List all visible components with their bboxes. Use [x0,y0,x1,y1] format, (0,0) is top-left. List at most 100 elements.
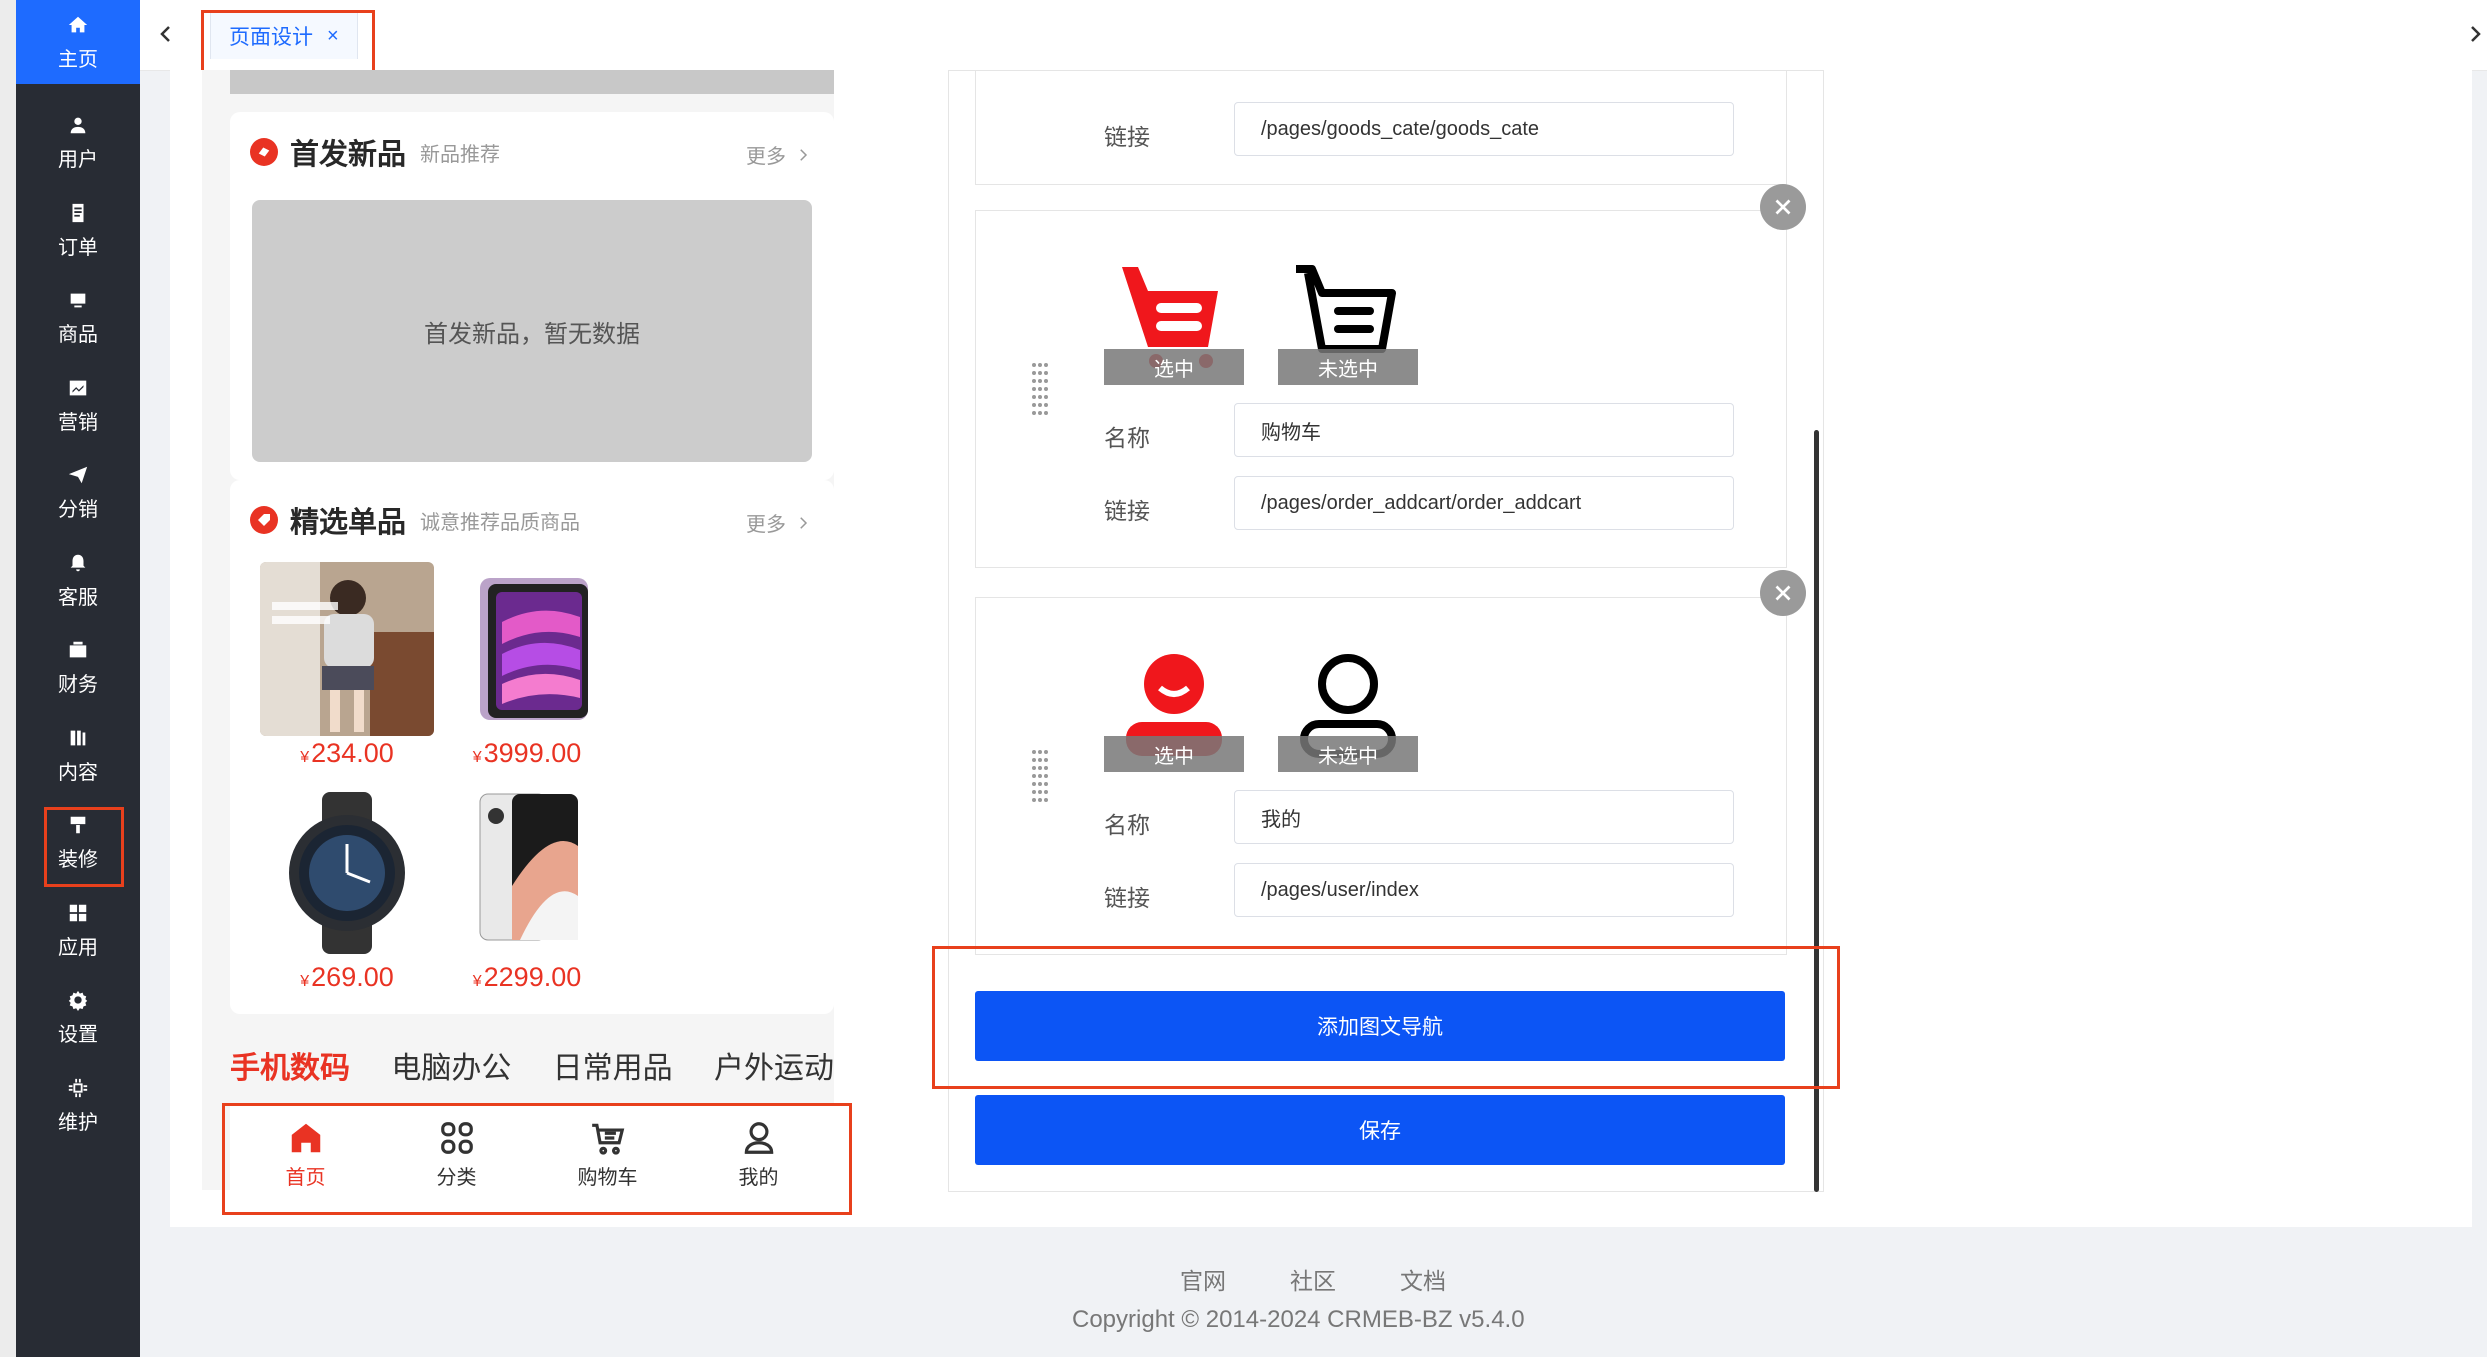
product-image [440,562,614,736]
sidebar-item-content[interactable]: 内容 [16,713,140,797]
link-label: 链接 [1104,124,1150,150]
drag-handle-icon[interactable] [1026,748,1054,806]
nav-item-card-partial: 链接 /pages/goods_cate/goods_cate [975,71,1787,185]
sidebar: 主页 用户 订单 商品 营销 分销 客服 财务 内容 装修 应用 设置 维护 [16,0,140,1357]
service-icon [66,551,90,575]
sidebar-item-label: 订单 [58,236,98,259]
copyright-text: Copyright © 2014-2024 CRMEB-BZ v5.4.0 [1072,1306,1525,1333]
selected-products-card[interactable]: 精选单品 诚意推荐品质商品 更多 ¥234.00 ¥3999.00 ¥269.0… [230,480,834,1014]
more-link[interactable]: 更多 [746,140,812,169]
card-subtitle: 新品推荐 [420,143,501,166]
category-tab[interactable]: 户外运动 [714,1043,834,1087]
category-tab[interactable]: 日常用品 [553,1043,673,1087]
settings-icon [66,988,90,1012]
price-value: 269.00 [311,962,394,992]
order-icon [66,201,90,225]
chevron-left-icon[interactable] [154,22,178,46]
sidebar-item-distribution[interactable]: 分销 [16,450,140,534]
goods-icon [66,288,90,312]
sidebar-item-order[interactable]: 订单 [16,188,140,272]
chevron-right-icon [800,516,808,529]
phone-preview: 首发新品 新品推荐 更多 首发新品，暂无数据 精选单品 诚意推荐品质商品 更多 [202,70,834,1190]
more-link[interactable]: 更多 [746,508,812,537]
highlight-box-add-button [932,946,1840,1089]
sidebar-item-apps[interactable]: 应用 [16,888,140,972]
card-subtitle: 诚意推荐品质商品 [420,511,581,534]
save-button[interactable]: 保存 [975,1095,1785,1165]
name-input[interactable]: 我的 [1234,790,1734,844]
new-products-card[interactable]: 首发新品 新品推荐 更多 首发新品，暂无数据 [230,112,834,480]
chevron-right-icon[interactable] [2463,22,2487,46]
category-tab[interactable]: 手机数码 [230,1043,350,1087]
card-header: 首发新品 新品推荐 [250,132,500,172]
product-image [440,786,614,960]
sidebar-item-label: 用户 [58,148,98,171]
close-icon [1775,585,1791,601]
sidebar-item-label: 主页 [58,48,98,71]
preview-placeholder-strip [230,70,834,94]
card-title: 首发新品 [290,139,407,171]
link-label: 链接 [1104,498,1150,524]
sidebar-item-label: 营销 [58,411,98,434]
sidebar-item-home[interactable]: 主页 [16,0,140,84]
distribution-icon [66,463,90,487]
currency-symbol: ¥ [300,749,310,766]
category-tab[interactable]: 电脑办公 [391,1043,511,1087]
product-image [260,562,434,736]
delete-nav-item-button[interactable] [1760,570,1806,616]
link-input[interactable]: /pages/order_addcart/order_addcart [1234,476,1734,530]
footer-links: 官网 社区 文档 [1180,1262,1446,1296]
sidebar-item-user[interactable]: 用户 [16,100,140,184]
card-header: 精选单品 诚意推荐品质商品 [250,500,580,540]
unselected-icon-upload[interactable]: 未选中 [1278,648,1418,772]
sidebar-item-service[interactable]: 客服 [16,538,140,622]
drag-handle-icon[interactable] [1026,361,1054,419]
highlight-box-tabbar [222,1103,852,1215]
more-label: 更多 [746,146,786,168]
footer-link[interactable]: 文档 [1400,1262,1446,1296]
link-input[interactable]: /pages/user/index [1234,863,1734,917]
sidebar-item-settings[interactable]: 设置 [16,975,140,1059]
nav-item-card[interactable]: 选中 未选中 名称 购物车 链接 /pages/order_addcart/or… [975,210,1787,568]
currency-symbol: ¥ [472,749,482,766]
user-icon [66,113,90,137]
card-title: 精选单品 [290,507,407,539]
sidebar-item-maintenance[interactable]: 维护 [16,1063,140,1147]
close-icon [1775,199,1791,215]
price-value: 234.00 [311,738,394,768]
highlight-box-decoration [44,807,124,887]
link-input[interactable]: /pages/goods_cate/goods_cate [1234,102,1734,156]
product-item[interactable]: ¥234.00 [260,562,434,769]
sidebar-item-goods[interactable]: 商品 [16,275,140,359]
delete-nav-item-button[interactable] [1760,184,1806,230]
tag-icon [250,506,278,534]
link-label: 链接 [1104,885,1150,911]
sidebar-item-marketing[interactable]: 营销 [16,363,140,447]
price-value: 3999.00 [483,738,582,768]
name-label: 名称 [1104,425,1150,451]
more-label: 更多 [746,514,786,536]
selected-icon-upload[interactable]: 选中 [1104,648,1244,772]
sidebar-item-label: 设置 [58,1023,98,1046]
sidebar-item-label: 应用 [58,936,98,959]
footer-link[interactable]: 官网 [1180,1262,1226,1296]
name-input[interactable]: 购物车 [1234,403,1734,457]
finance-icon [66,638,90,662]
product-item[interactable]: ¥2299.00 [440,786,614,993]
product-item[interactable]: ¥3999.00 [440,562,614,769]
marketing-icon [66,376,90,400]
nav-item-card[interactable]: 选中 未选中 名称 我的 链接 /pages/user/index [975,597,1787,955]
unselected-icon-upload[interactable]: 未选中 [1278,261,1418,385]
sidebar-item-finance[interactable]: 财务 [16,625,140,709]
price-value: 2299.00 [483,962,582,992]
product-item[interactable]: ¥269.00 [260,786,434,993]
product-price: ¥269.00 [260,962,434,993]
icon-caption: 未选中 [1278,349,1418,385]
icon-caption: 选中 [1104,736,1244,772]
sidebar-item-label: 分销 [58,498,98,521]
content-icon [66,726,90,750]
product-price: ¥234.00 [260,738,434,769]
selected-icon-upload[interactable]: 选中 [1104,261,1244,385]
footer-link[interactable]: 社区 [1290,1262,1336,1296]
product-price: ¥2299.00 [440,962,614,993]
